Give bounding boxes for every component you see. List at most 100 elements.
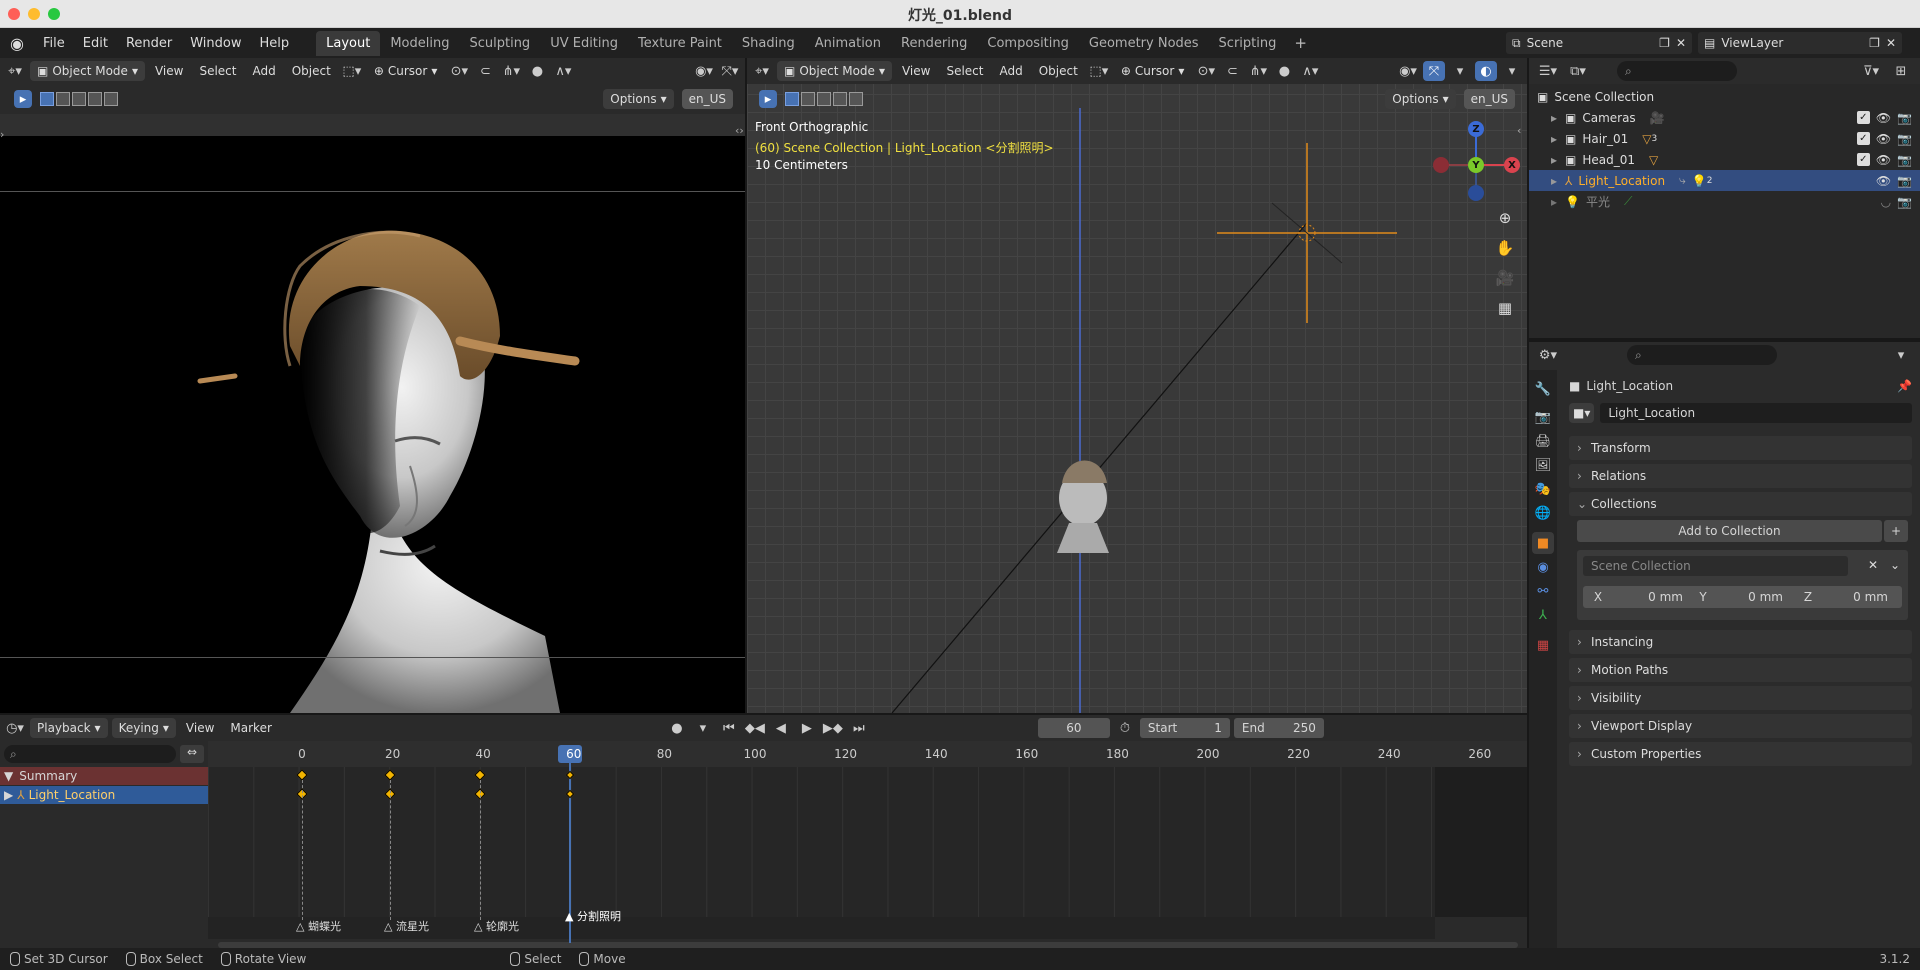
panel-transform[interactable]: › Transform xyxy=(1569,436,1912,460)
outliner-root[interactable]: ▣ Scene Collection xyxy=(1529,86,1920,107)
delete-view-layer-icon[interactable]: ✕ xyxy=(1886,36,1896,50)
keying-menu[interactable]: Keying ▾ xyxy=(111,718,176,738)
exclude-checkbox[interactable]: ✓ xyxy=(1856,110,1870,124)
eye-icon[interactable]: 👁 xyxy=(1876,111,1891,125)
start-frame-field[interactable]: Start 1 xyxy=(1139,718,1230,738)
chevron-down-icon[interactable]: ▾ xyxy=(1890,345,1912,365)
blender-logo-icon[interactable]: ◉ xyxy=(0,34,34,53)
display-mode-icon[interactable]: ⧉▾ xyxy=(1567,61,1589,81)
selection-mode-group[interactable] xyxy=(40,92,118,106)
menu-file[interactable]: File xyxy=(34,36,74,51)
tab-sculpting[interactable]: Sculpting xyxy=(459,31,540,56)
render-tab-icon[interactable]: 📷 xyxy=(1532,406,1554,428)
pan-hand-icon[interactable]: ✋ xyxy=(1491,234,1519,262)
editor-type-icon[interactable]: ◷▾ xyxy=(4,718,26,738)
editor-type-icon[interactable]: ⚙▾ xyxy=(1537,345,1559,365)
add-icon[interactable]: + xyxy=(1884,520,1908,542)
render-camera-icon[interactable]: 📷 xyxy=(1897,132,1912,146)
snap-options-icon[interactable]: ⋔▾ xyxy=(500,61,522,81)
pivot-dropdown[interactable]: ⊕ Cursor ▾ xyxy=(367,61,445,81)
chevron-down-icon[interactable]: ▾ xyxy=(692,718,714,738)
collapse-toolbar-icon[interactable]: › xyxy=(0,128,4,141)
jump-start-icon[interactable]: ⏮ xyxy=(718,718,740,738)
ortho-grid-icon[interactable]: ▦ xyxy=(1491,294,1519,322)
eye-closed-icon[interactable]: ◡ xyxy=(1881,195,1891,209)
add-workspace-button[interactable]: + xyxy=(1286,34,1315,52)
stopwatch-icon[interactable]: ⏱ xyxy=(1114,718,1136,738)
offset-z-field[interactable]: 0 mm xyxy=(1833,590,1888,604)
editor-type-icon[interactable]: ☰▾ xyxy=(1537,61,1559,81)
play-reverse-icon[interactable]: ◀ xyxy=(770,718,792,738)
properties-search-input[interactable]: ⌕ xyxy=(1627,345,1777,365)
snap-icon[interactable]: ⊂ xyxy=(474,61,496,81)
gizmo-neg-x-axis[interactable] xyxy=(1433,157,1449,173)
gizmo-z-axis[interactable]: Z xyxy=(1468,121,1484,137)
add-to-collection-button[interactable]: Add to Collection xyxy=(1577,520,1882,542)
panel-custom-properties[interactable]: › Custom Properties xyxy=(1569,742,1912,766)
object-name-field[interactable]: Light_Location xyxy=(1600,403,1912,423)
eye-icon[interactable]: 👁 xyxy=(1876,132,1891,146)
gizmo-x-axis[interactable]: X xyxy=(1504,157,1520,173)
outliner-item-cameras[interactable]: ▸ ▣ Cameras 🎥 ✓ 👁 📷 xyxy=(1529,107,1920,128)
offset-y-field[interactable]: 0 mm xyxy=(1723,590,1783,604)
menu-edit[interactable]: Edit xyxy=(74,36,117,51)
add-menu[interactable]: Add xyxy=(246,61,281,81)
exclude-checkbox[interactable]: ✓ xyxy=(1856,131,1870,145)
jump-end-icon[interactable]: ⏭ xyxy=(848,718,870,738)
options-dropdown[interactable]: Options ▾ xyxy=(603,89,674,109)
outliner-item-flat-light[interactable]: ▸ 💡 平光 ⟋ ◡ 📷 xyxy=(1529,191,1920,212)
render-camera-icon[interactable]: 📷 xyxy=(1897,111,1912,125)
panel-collections[interactable]: ⌄ Collections xyxy=(1569,492,1912,516)
menu-help[interactable]: Help xyxy=(251,36,299,51)
view-menu[interactable]: View xyxy=(180,718,220,738)
camera-view-icon[interactable]: 🎥 xyxy=(1491,264,1519,292)
constraints-tab-icon[interactable]: ⚯ xyxy=(1532,580,1554,602)
exclude-checkbox[interactable]: ✓ xyxy=(1856,152,1870,166)
render-camera-icon[interactable]: 📷 xyxy=(1897,174,1912,188)
language-button[interactable]: en_US xyxy=(681,89,733,109)
current-frame-field[interactable]: 60 xyxy=(1037,718,1110,738)
playback-menu[interactable]: Playback ▾ xyxy=(30,718,108,738)
output-tab-icon[interactable]: 🖨 xyxy=(1532,430,1554,452)
frame-ruler[interactable] xyxy=(208,741,1527,767)
marker-menu[interactable]: Marker xyxy=(224,718,277,738)
view-layer-tab-icon[interactable]: 🖼 xyxy=(1532,454,1554,476)
channel-light-location[interactable]: ▶ ⅄ Light_Location xyxy=(0,786,208,804)
select-menu[interactable]: Select xyxy=(193,61,242,81)
outliner-item-hair[interactable]: ▸ ▣ Hair_01 ▽ 3 ✓ 👁 📷 xyxy=(1529,128,1920,149)
object-menu[interactable]: Object xyxy=(286,61,337,81)
tab-texture-paint[interactable]: Texture Paint xyxy=(628,31,732,56)
tab-geometry-nodes[interactable]: Geometry Nodes xyxy=(1079,31,1209,56)
tab-shading[interactable]: Shading xyxy=(732,31,805,56)
marker-meteor[interactable]: △ 流星光 xyxy=(384,918,429,934)
render-camera-icon[interactable]: 📷 xyxy=(1897,195,1912,209)
right-viewport[interactable]: ⌖▾ ▣ Object Mode ▾ View Select Add Object … xyxy=(747,58,1527,713)
play-icon[interactable]: ▶ xyxy=(796,718,818,738)
view-menu[interactable]: View xyxy=(149,61,189,81)
swap-icon[interactable]: ⇔ xyxy=(180,745,204,763)
texture-tab-icon[interactable]: ▦ xyxy=(1532,634,1554,656)
panel-relations[interactable]: › Relations xyxy=(1569,464,1912,488)
object-data-tab-icon[interactable]: ⅄ xyxy=(1532,604,1554,626)
pin-icon[interactable]: 📌 xyxy=(1897,379,1912,393)
left-viewport[interactable]: ⌖▾ ▣ Object Mode ▾ View Select Add Object … xyxy=(0,58,745,713)
outliner-item-head[interactable]: ▸ ▣ Head_01 ▽ ✓ 👁 📷 xyxy=(1529,149,1920,170)
falloff-icon[interactable]: ∧▾ xyxy=(552,61,574,81)
marker-butterfly[interactable]: △ 蝴蝶光 xyxy=(296,918,341,934)
snap-target-icon[interactable]: ⊙▾ xyxy=(448,61,470,81)
new-scene-icon[interactable]: ❐ xyxy=(1659,36,1670,50)
marker-split[interactable]: ▲ 分割照明 xyxy=(565,908,621,924)
tab-scripting[interactable]: Scripting xyxy=(1209,31,1287,56)
new-view-layer-icon[interactable]: ❐ xyxy=(1869,36,1880,50)
expand-arrow-icon[interactable]: ▸ xyxy=(1551,195,1565,209)
visibility-icon[interactable]: ◉▾ xyxy=(693,61,715,81)
zoom-icon[interactable]: ⊕ xyxy=(1491,204,1519,232)
select-tool-icon[interactable]: ▸ xyxy=(14,90,32,108)
next-keyframe-icon[interactable]: ▶◆ xyxy=(822,718,844,738)
expand-arrow-icon[interactable]: ▸ xyxy=(1551,174,1565,188)
expand-arrow-icon[interactable]: ▸ xyxy=(1551,153,1565,167)
proportional-edit-icon[interactable]: ● xyxy=(526,61,548,81)
object-type-dropdown[interactable]: ■▾ xyxy=(1569,403,1595,423)
prev-keyframe-icon[interactable]: ◆◀ xyxy=(744,718,766,738)
tab-uv-editing[interactable]: UV Editing xyxy=(540,31,628,56)
